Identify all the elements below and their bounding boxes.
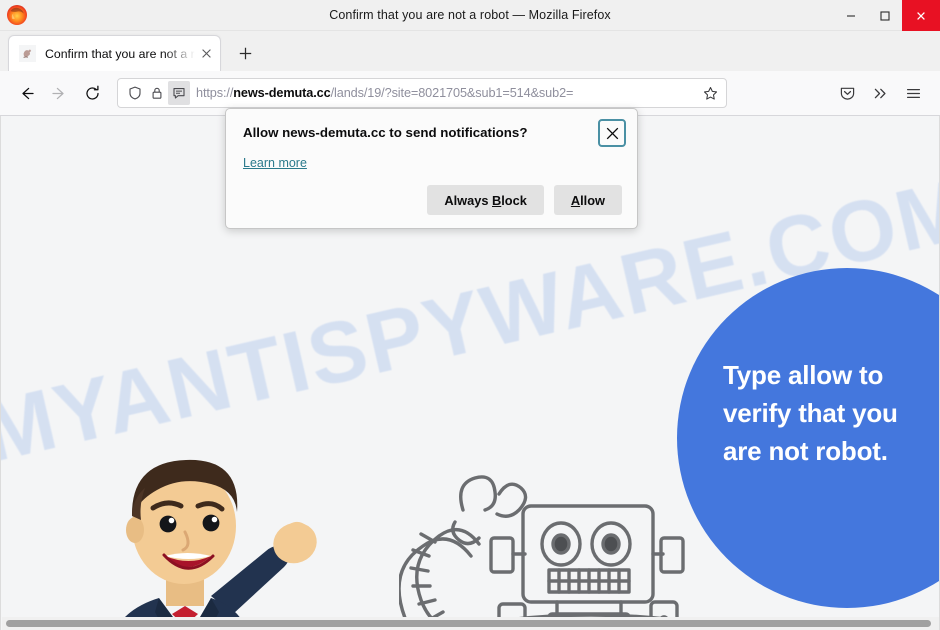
always-block-button[interactable]: Always Block [427, 185, 544, 215]
man-illustration: I'm not a Robot [61, 446, 361, 630]
maximize-window-button[interactable] [868, 0, 902, 31]
bookmark-star-icon[interactable] [698, 81, 722, 105]
horizontal-scrollbar-thumb[interactable] [6, 620, 931, 627]
robot-illustration: I'm ROBOT [397, 474, 779, 630]
notification-dialog-title: Allow news-demuta.cc to send notificatio… [243, 125, 528, 140]
close-icon[interactable] [598, 119, 626, 147]
tab-strip: Confirm that you are not a robot [0, 31, 940, 71]
learn-more-link[interactable]: Learn more [243, 156, 307, 170]
horizontal-scrollbar[interactable] [2, 617, 939, 630]
browser-window: Confirm that you are not a robot — Mozil… [0, 0, 940, 630]
close-window-button[interactable] [902, 0, 940, 31]
browser-tab-active[interactable]: Confirm that you are not a robot [8, 35, 221, 71]
overflow-chevrons-icon[interactable] [864, 77, 897, 110]
title-bar: Confirm that you are not a robot — Mozil… [0, 0, 940, 31]
always-block-prefix: Always [444, 192, 492, 208]
verify-instruction-text: Type allow to verify that you are not ro… [723, 360, 898, 466]
tab-title: Confirm that you are not a robot [45, 46, 198, 61]
notification-permission-dialog: Allow news-demuta.cc to send notificatio… [225, 108, 638, 229]
notification-dialog-buttons: Always Block Allow [427, 185, 622, 215]
tab-favicon-icon [19, 45, 36, 62]
firefox-logo-icon [6, 4, 28, 26]
allow-suffix: llow [580, 192, 605, 208]
hamburger-menu-icon[interactable] [897, 77, 930, 110]
tab-close-icon[interactable] [198, 46, 214, 62]
allow-button[interactable]: Allow [553, 185, 622, 215]
allow-accesskey: A [570, 192, 581, 208]
pocket-icon[interactable] [831, 77, 864, 110]
window-title: Confirm that you are not a robot — Mozil… [329, 8, 611, 22]
url-path: /lands/19/?site=8021705&sub1=514&sub2= [330, 86, 574, 100]
always-block-accesskey: B [492, 192, 502, 208]
lock-icon[interactable] [146, 81, 168, 105]
new-tab-button[interactable] [229, 37, 261, 69]
reload-button[interactable] [76, 77, 109, 110]
minimize-window-button[interactable] [834, 0, 868, 31]
url-display[interactable]: https://news-demuta.cc/lands/19/?site=80… [196, 86, 698, 100]
shield-icon[interactable] [124, 81, 146, 105]
url-host: news-demuta.cc [233, 86, 331, 100]
toolbar-right-actions [831, 77, 930, 110]
address-bar[interactable]: https://news-demuta.cc/lands/19/?site=80… [117, 78, 727, 108]
back-button[interactable] [10, 77, 43, 110]
forward-button[interactable] [43, 77, 76, 110]
notification-permission-icon[interactable] [168, 81, 190, 105]
always-block-suffix: lock [501, 192, 527, 208]
url-scheme: https:// [196, 86, 234, 100]
window-controls [834, 0, 940, 31]
